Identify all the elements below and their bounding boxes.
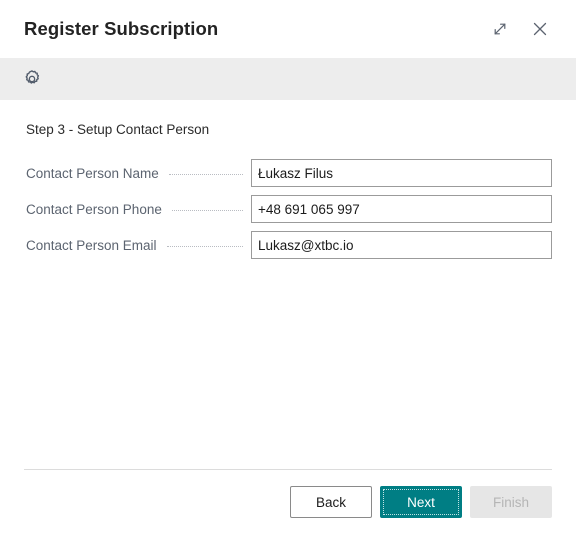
leader-dots <box>166 245 243 247</box>
step-heading: Step 3 - Setup Contact Person <box>26 122 210 137</box>
field-row-contact-person-phone: Contact Person Phone <box>24 195 552 223</box>
dialog-content: Step 3 - Setup Contact Person Contact Pe… <box>0 100 576 469</box>
leader-dots <box>171 209 243 211</box>
field-row-contact-person-email: Contact Person Email <box>24 231 552 259</box>
next-button[interactable]: Next <box>380 486 462 518</box>
dialog-titlebar: Register Subscription <box>0 0 576 58</box>
field-wrap-contact-person-name <box>251 159 552 187</box>
contact-person-name-input[interactable] <box>251 159 552 187</box>
contact-person-email-input[interactable] <box>251 231 552 259</box>
titlebar-actions <box>486 15 554 43</box>
field-wrap-contact-person-phone <box>251 195 552 223</box>
gear-icon[interactable] <box>18 65 46 93</box>
label-contact-person-email: Contact Person Email <box>26 237 157 253</box>
close-icon[interactable] <box>526 15 554 43</box>
finish-button: Finish <box>470 486 552 518</box>
contact-person-phone-input[interactable] <box>251 195 552 223</box>
page-title: Register Subscription <box>24 18 219 39</box>
expand-diagonal-icon[interactable] <box>486 15 514 43</box>
dialog-footer: Back Next Finish <box>0 469 576 538</box>
leader-dots <box>168 173 243 175</box>
footer-divider <box>24 469 552 470</box>
field-row-contact-person-name: Contact Person Name <box>24 159 552 187</box>
field-wrap-contact-person-email <box>251 231 552 259</box>
label-contact-person-phone: Contact Person Phone <box>26 201 162 217</box>
back-button[interactable]: Back <box>290 486 372 518</box>
register-subscription-dialog: Register Subscription Step 3 - Setup Con… <box>0 0 576 538</box>
dialog-toolbar <box>0 58 576 100</box>
label-contact-person-name: Contact Person Name <box>26 165 159 181</box>
footer-buttons: Back Next Finish <box>24 486 552 538</box>
